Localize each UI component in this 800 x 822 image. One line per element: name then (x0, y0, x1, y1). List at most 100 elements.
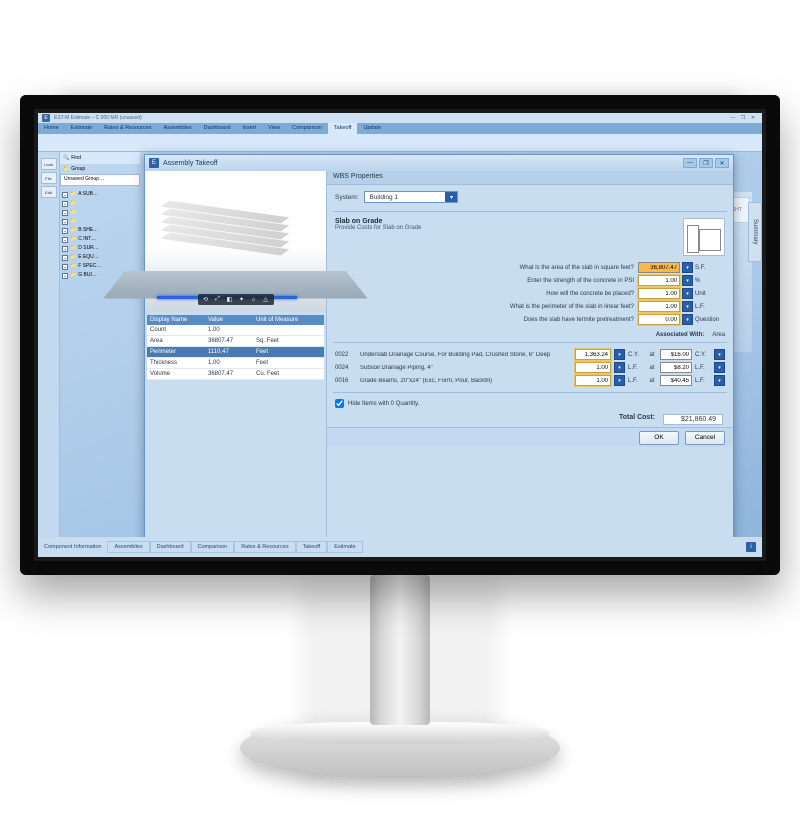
expand-icon[interactable]: + (62, 237, 68, 243)
ribbon-tab-rates-resources[interactable]: Rates & Resources (98, 123, 157, 134)
qty-field[interactable] (575, 362, 611, 373)
answer-input[interactable] (639, 315, 679, 324)
ribbon-tab-update[interactable]: Update (357, 123, 387, 134)
expand-icon[interactable]: + (62, 192, 68, 198)
info-icon[interactable]: i (746, 542, 756, 552)
section-detail-thumb[interactable] (683, 218, 725, 256)
toolstrip-edit-button[interactable]: Edit (41, 186, 57, 198)
tree-row[interactable]: +📁 (62, 199, 138, 208)
expand-icon[interactable]: + (62, 255, 68, 261)
expand-icon[interactable]: + (62, 273, 68, 279)
viewer-control-icon[interactable]: △ (262, 296, 270, 304)
dialog-maximize-button[interactable]: ❐ (699, 158, 713, 168)
chevron-down-icon[interactable]: ▾ (682, 262, 693, 273)
tree-row[interactable]: +📁 (62, 208, 138, 217)
bottom-tab-comparison[interactable]: Comparison (191, 541, 235, 553)
ok-button[interactable]: OK (639, 431, 679, 445)
col-display-name[interactable]: Display Name (147, 315, 205, 325)
dimension-row[interactable]: Perimeter1110.47Feet (147, 347, 324, 358)
tree-row[interactable]: +📁C INT… (62, 235, 138, 244)
tree-row[interactable]: +📁 (62, 217, 138, 226)
ribbon-tab-home[interactable]: Home (38, 123, 65, 134)
expand-icon[interactable]: + (62, 228, 68, 234)
answer-input[interactable] (639, 302, 679, 311)
rate-input[interactable] (661, 376, 691, 385)
qty-field[interactable] (575, 375, 611, 386)
hide-zero-qty-checkbox[interactable] (335, 399, 344, 408)
answer-field[interactable] (638, 301, 680, 312)
unsaved-group-field[interactable]: Unsaved Group… (60, 174, 140, 186)
rate-field[interactable] (660, 362, 692, 373)
qty-input[interactable] (576, 376, 610, 385)
dimension-row[interactable]: Volume36807.47Cu. Feet (147, 369, 324, 380)
chevron-down-icon[interactable]: ▾ (714, 349, 725, 360)
viewer-control-icon[interactable]: ⌂ (250, 296, 258, 304)
window-minimize-button[interactable]: — (728, 115, 738, 121)
expand-icon[interactable]: + (62, 219, 68, 225)
toolstrip-load-button[interactable]: Load (41, 158, 57, 170)
ribbon-tab-comparison[interactable]: Comparison (286, 123, 328, 134)
tree-row[interactable]: +📁B SHE… (62, 226, 138, 235)
expand-icon[interactable]: + (62, 246, 68, 252)
assembly-3d-viewer[interactable]: ⟲ ⤢ ◧ ✦ ⌂ △ (145, 171, 326, 311)
dialog-minimize-button[interactable]: — (683, 158, 697, 168)
toolstrip-file-button[interactable]: File (41, 172, 57, 184)
answer-field[interactable] (638, 262, 680, 273)
bottom-tab-dashboard[interactable]: Dashboard (150, 541, 191, 553)
dialog-close-button[interactable]: ✕ (715, 158, 729, 168)
expand-icon[interactable]: + (62, 201, 68, 207)
window-close-button[interactable]: ✕ (748, 115, 758, 121)
ribbon-tab-assemblies[interactable]: Assemblies (157, 123, 197, 134)
answer-field[interactable] (638, 288, 680, 299)
dimension-row[interactable]: Thickness1.00Feet (147, 358, 324, 369)
answer-field[interactable] (638, 314, 680, 325)
qty-field[interactable] (575, 349, 611, 360)
tree-row[interactable]: +📁A SUB… (62, 190, 138, 199)
bottom-tab-takeoff[interactable]: Takeoff (296, 541, 328, 553)
tree-row[interactable]: +📁E EQU… (62, 253, 138, 262)
rate-input[interactable] (661, 363, 691, 372)
chevron-down-icon[interactable]: ▾ (714, 362, 725, 373)
viewer-control-icon[interactable]: ◧ (226, 296, 234, 304)
rate-field[interactable] (660, 375, 692, 386)
chevron-down-icon[interactable]: ▾ (682, 275, 693, 286)
dimension-row[interactable]: Area36807.47Sq. Feet (147, 336, 324, 347)
tree-row[interactable]: +📁D SUR… (62, 244, 138, 253)
chevron-down-icon[interactable]: ▾ (614, 362, 625, 373)
cancel-button[interactable]: Cancel (685, 431, 725, 445)
answer-input[interactable] (639, 263, 679, 272)
chevron-down-icon[interactable]: ▾ (682, 314, 693, 325)
answer-input[interactable] (639, 289, 679, 298)
chevron-down-icon[interactable]: ▾ (614, 375, 625, 386)
chevron-down-icon[interactable]: ▾ (682, 301, 693, 312)
expand-icon[interactable]: + (62, 264, 68, 270)
answer-field[interactable] (638, 275, 680, 286)
summary-panel-tab[interactable]: Summary (748, 202, 762, 262)
rate-input[interactable] (661, 350, 691, 359)
ribbon-tab-view[interactable]: View (262, 123, 286, 134)
dimension-row[interactable]: Count1.00 (147, 325, 324, 336)
col-value[interactable]: Value (205, 315, 253, 325)
ribbon-tab-takeoff[interactable]: Takeoff (328, 123, 358, 134)
window-maximize-button[interactable]: ❐ (738, 115, 748, 121)
chevron-down-icon[interactable]: ▾ (714, 375, 725, 386)
ribbon-tab-estimate[interactable]: Estimate (65, 123, 98, 134)
qty-input[interactable] (576, 363, 610, 372)
ribbon-tab-dashboard[interactable]: Dashboard (198, 123, 237, 134)
bottom-tab-estimate[interactable]: Estimate (327, 541, 362, 553)
answer-input[interactable] (639, 276, 679, 285)
bottom-tab-rates-resources[interactable]: Rates & Resources (234, 541, 295, 553)
chevron-down-icon[interactable]: ▾ (614, 349, 625, 360)
viewer-control-icon[interactable]: ✦ (238, 296, 246, 304)
system-select[interactable]: Building 1 ▾ (364, 191, 458, 203)
tree-row[interactable]: +📁F SPEC… (62, 262, 138, 271)
viewer-control-icon[interactable]: ⟲ (202, 296, 210, 304)
col-uom[interactable]: Unit of Measure (253, 315, 324, 325)
viewer-control-icon[interactable]: ⤢ (214, 296, 222, 304)
qty-input[interactable] (576, 350, 610, 359)
expand-icon[interactable]: + (62, 210, 68, 216)
ribbon-tab-insert[interactable]: Insert (237, 123, 263, 134)
bottom-tab-assemblies[interactable]: Assemblies (107, 541, 149, 553)
rate-field[interactable] (660, 349, 692, 360)
chevron-down-icon[interactable]: ▾ (682, 288, 693, 299)
